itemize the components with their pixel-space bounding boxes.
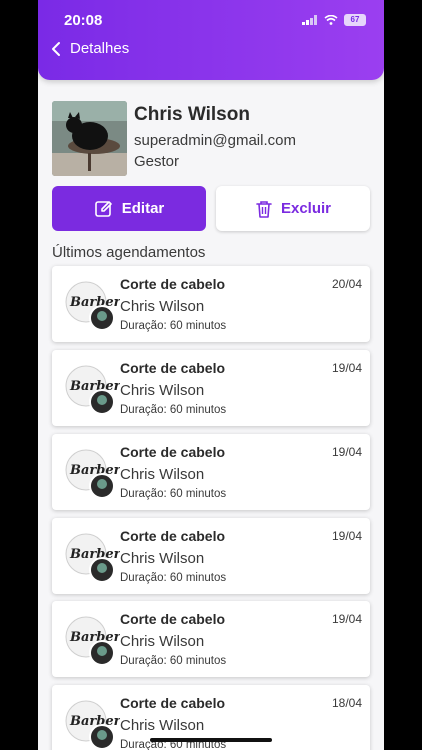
profile-role: Gestor — [134, 153, 180, 170]
appointment-date: 19/04 — [331, 445, 362, 459]
app-screen: 20:08 67 Detalhes Chris Wilson superadmi… — [38, 0, 384, 750]
appointment-card[interactable]: Barber Corte de cabelo 19/04 Chris Wilso… — [52, 434, 370, 510]
appointment-client: Chris Wilson — [120, 298, 205, 315]
status-time: 20:08 — [64, 12, 103, 29]
appointment-card[interactable]: Barber Corte de cabelo 20/04 Chris Wilso… — [52, 266, 370, 342]
delete-button[interactable]: Excluir — [216, 186, 370, 231]
edit-button-label: Editar — [121, 200, 165, 217]
wifi-icon — [324, 15, 338, 25]
appointment-date: 19/04 — [331, 361, 362, 375]
appointment-date: 19/04 — [331, 529, 362, 543]
profile-email: superadmin@gmail.com — [134, 132, 296, 149]
barber-logo-icon: Barber — [65, 616, 120, 666]
appointment-title: Corte de cabelo — [120, 360, 226, 376]
appointment-duration: Duração: 60 minutos — [120, 488, 227, 500]
barber-logo-icon: Barber — [65, 365, 120, 415]
appointment-card[interactable]: Barber Corte de cabelo 19/04 Chris Wilso… — [52, 518, 370, 594]
barber-logo-icon: Barber — [65, 449, 120, 499]
profile-name: Chris Wilson — [134, 104, 250, 125]
nav-back[interactable]: Detalhes — [50, 40, 129, 57]
trash-icon — [256, 200, 272, 218]
appointment-duration: Duração: 60 minutos — [120, 655, 227, 667]
appointment-duration: Duração: 60 minutos — [120, 404, 227, 416]
chevron-left-icon[interactable] — [50, 41, 62, 57]
appointment-title: Corte de cabelo — [120, 276, 226, 292]
appointment-card[interactable]: Barber Corte de cabelo 19/04 Chris Wilso… — [52, 601, 370, 677]
edit-button[interactable]: Editar — [52, 186, 206, 231]
barber-logo-icon: Barber — [65, 700, 120, 750]
appointment-duration: Duração: 60 minutos — [120, 320, 227, 332]
signal-icon — [302, 15, 317, 25]
profile-card: Chris Wilson superadmin@gmail.com Gestor — [52, 101, 370, 177]
appointment-card[interactable]: Barber Corte de cabelo 19/04 Chris Wilso… — [52, 350, 370, 426]
barber-logo-icon: Barber — [65, 281, 120, 331]
appointment-client: Chris Wilson — [120, 633, 205, 650]
appointment-client: Chris Wilson — [120, 382, 205, 399]
barber-logo-icon: Barber — [65, 533, 120, 583]
appointment-client: Chris Wilson — [120, 466, 205, 483]
section-title: Últimos agendamentos — [52, 244, 206, 261]
appointment-title: Corte de cabelo — [120, 611, 226, 627]
header-bar: 20:08 67 Detalhes — [38, 0, 384, 80]
appointment-title: Corte de cabelo — [120, 444, 226, 460]
appointment-duration: Duração: 60 minutos — [120, 572, 227, 584]
appointment-date: 18/04 — [331, 696, 362, 710]
status-icons: 67 — [302, 14, 366, 26]
page-title: Detalhes — [70, 40, 130, 57]
appointment-client: Chris Wilson — [120, 550, 205, 567]
appointment-client: Chris Wilson — [120, 717, 205, 734]
appointment-date: 19/04 — [331, 612, 362, 626]
appointment-title: Corte de cabelo — [120, 695, 226, 711]
appointment-title: Corte de cabelo — [120, 528, 226, 544]
battery-icon: 67 — [344, 14, 366, 26]
edit-icon — [94, 200, 112, 217]
appointment-date: 20/04 — [331, 277, 362, 291]
avatar — [52, 101, 127, 176]
home-indicator[interactable] — [150, 738, 272, 742]
delete-button-label: Excluir — [280, 200, 332, 217]
